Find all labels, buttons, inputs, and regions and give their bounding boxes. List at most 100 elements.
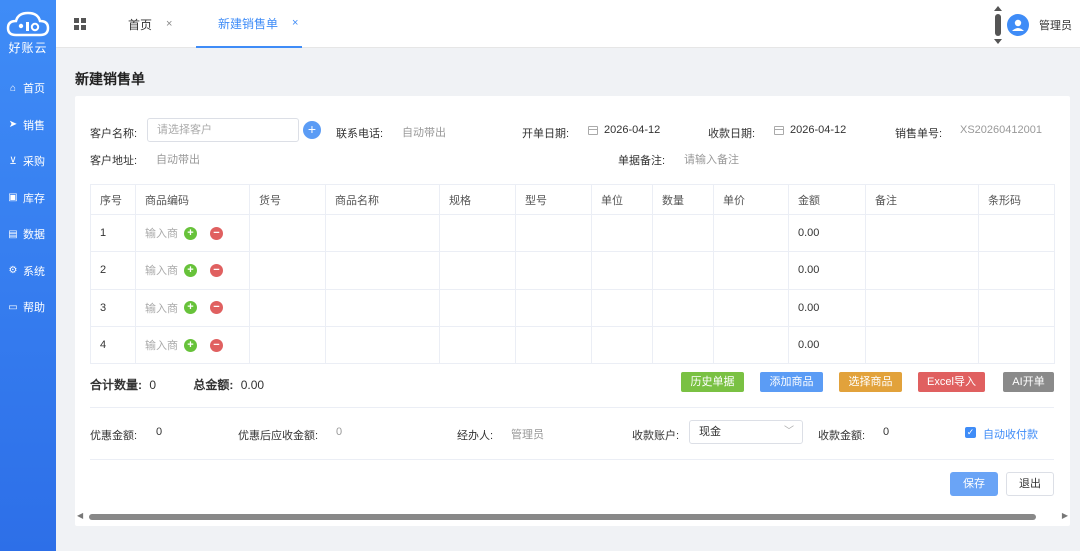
- sales-order-card: 客户名称: 请选择客户 + 联系电话: 自动带出 开单日期: 2026-04-1…: [75, 96, 1070, 526]
- unit-cell[interactable]: [591, 288, 653, 327]
- scrollbar-thumb[interactable]: [89, 514, 1036, 520]
- order-no-value: XS20260412001: [960, 124, 1042, 136]
- grid-menu-icon[interactable]: [74, 18, 86, 30]
- remark-cell[interactable]: [865, 213, 979, 253]
- remove-row-icon[interactable]: −: [210, 263, 223, 277]
- product-name-cell[interactable]: [325, 288, 440, 327]
- customer-select-input[interactable]: 请选择客户: [147, 118, 299, 142]
- phone-label: 联系电话:: [336, 128, 384, 140]
- history-orders-button[interactable]: 历史单据: [681, 372, 744, 392]
- app-logo[interactable]: 好账云: [0, 0, 56, 62]
- spec-cell[interactable]: [439, 251, 516, 290]
- sku-cell[interactable]: [249, 213, 326, 253]
- excel-import-button[interactable]: Excel导入: [918, 372, 985, 392]
- model-cell[interactable]: [515, 288, 592, 327]
- model-cell[interactable]: [515, 251, 592, 290]
- auto-pay-label[interactable]: 自动收付款: [983, 426, 1038, 442]
- remark-cell[interactable]: [865, 288, 979, 327]
- model-cell[interactable]: [515, 213, 592, 253]
- received-value[interactable]: 0: [883, 426, 889, 438]
- table-header-row: 序号 商品编码 货号 商品名称 规格 型号 单位 数量 单价 金额 备注 条形码: [90, 184, 1055, 215]
- horizontal-scrollbar[interactable]: ◀ ▶: [75, 510, 1070, 524]
- unit-cell[interactable]: [591, 251, 653, 290]
- qty-cell[interactable]: [652, 213, 714, 253]
- column-header: 序号: [90, 184, 136, 215]
- column-header: 备注: [865, 184, 979, 215]
- add-row-icon[interactable]: +: [184, 338, 197, 352]
- account-select[interactable]: 现金 ﹀: [689, 420, 803, 444]
- close-icon[interactable]: ×: [166, 18, 172, 30]
- barcode-cell[interactable]: [978, 325, 1055, 365]
- product-code-input[interactable]: 输入商: [145, 300, 178, 316]
- tab-new-sales-order[interactable]: 新建销售单 ×: [196, 0, 302, 48]
- price-cell[interactable]: [713, 213, 789, 253]
- scroll-right-icon[interactable]: ▶: [1062, 511, 1068, 520]
- pay-date-field[interactable]: 2026-04-12: [790, 124, 846, 136]
- product-code-input[interactable]: 输入商: [145, 225, 178, 241]
- add-row-icon[interactable]: +: [184, 226, 197, 240]
- ai-order-button[interactable]: AI开单: [1003, 372, 1054, 392]
- add-customer-button[interactable]: +: [303, 121, 321, 139]
- sidebar-item-purchase[interactable]: ⊻ 采购: [0, 143, 56, 180]
- model-cell[interactable]: [515, 325, 592, 365]
- save-button[interactable]: 保存: [950, 472, 998, 496]
- order-items-table: 序号 商品编码 货号 商品名称 规格 型号 单位 数量 单价 金额 备注 条形码…: [90, 184, 1055, 365]
- unit-cell[interactable]: [591, 213, 653, 253]
- user-menu[interactable]: 管理员: [1007, 14, 1072, 36]
- tab-home[interactable]: 首页 ×: [128, 0, 172, 48]
- sidebar-item-sales[interactable]: ➤ 销售: [0, 107, 56, 144]
- remark-input[interactable]: 请输入备注: [684, 151, 739, 167]
- spec-cell[interactable]: [439, 325, 516, 365]
- cart-icon: ⊻: [9, 155, 17, 167]
- sku-cell[interactable]: [249, 325, 326, 365]
- logo-text: 好账云: [8, 40, 48, 55]
- barcode-cell[interactable]: [978, 213, 1055, 253]
- price-cell[interactable]: [713, 251, 789, 290]
- product-name-cell[interactable]: [325, 251, 440, 290]
- spec-cell[interactable]: [439, 288, 516, 327]
- remove-row-icon[interactable]: −: [210, 301, 223, 315]
- discount-value[interactable]: 0: [156, 426, 162, 438]
- add-row-icon[interactable]: +: [184, 301, 197, 315]
- sku-cell[interactable]: [249, 288, 326, 327]
- remark-cell[interactable]: [865, 251, 979, 290]
- unit-cell[interactable]: [591, 325, 653, 365]
- sku-cell[interactable]: [249, 251, 326, 290]
- sidebar-item-help[interactable]: ▭ 帮助: [0, 289, 56, 326]
- auto-pay-checkbox[interactable]: ✓: [965, 427, 976, 438]
- sidebar: 好账云 ⌂ 首页 ➤ 销售 ⊻ 采购 ▣ 库存 ▤ 数据 ⚙ 系统 ▭ 帮助: [0, 0, 56, 551]
- qty-cell[interactable]: [652, 251, 714, 290]
- add-product-button[interactable]: 添加商品: [760, 372, 823, 392]
- price-cell[interactable]: [713, 325, 789, 365]
- column-header: 单价: [713, 184, 789, 215]
- sidebar-item-data[interactable]: ▤ 数据: [0, 216, 56, 253]
- qty-cell[interactable]: [652, 288, 714, 327]
- sidebar-item-system[interactable]: ⚙ 系统: [0, 253, 56, 290]
- sidebar-item-home[interactable]: ⌂ 首页: [0, 70, 56, 107]
- exit-button[interactable]: 退出: [1006, 472, 1054, 496]
- sidebar-item-inventory[interactable]: ▣ 库存: [0, 180, 56, 217]
- total-amount-label: 总金额:: [193, 378, 234, 392]
- close-icon[interactable]: ×: [292, 17, 298, 29]
- product-code-input[interactable]: 输入商: [145, 262, 178, 278]
- price-cell[interactable]: [713, 288, 789, 327]
- scroll-left-icon[interactable]: ◀: [77, 511, 83, 520]
- barcode-cell[interactable]: [978, 288, 1055, 327]
- table-row: 3 输入商 + − 0.00: [90, 288, 1055, 327]
- product-name-cell[interactable]: [325, 325, 440, 365]
- amount-cell: 0.00: [788, 288, 866, 327]
- remark-cell[interactable]: [865, 325, 979, 365]
- select-product-button[interactable]: 选择商品: [839, 372, 902, 392]
- qty-cell[interactable]: [652, 325, 714, 365]
- open-date-field[interactable]: 2026-04-12: [604, 124, 660, 136]
- handler-value[interactable]: 管理员: [511, 426, 544, 442]
- product-code-input[interactable]: 输入商: [145, 337, 178, 353]
- vertical-scroll-indicator-icon[interactable]: [994, 6, 1002, 44]
- add-row-icon[interactable]: +: [184, 263, 197, 277]
- remove-row-icon[interactable]: −: [210, 338, 223, 352]
- spec-cell[interactable]: [439, 213, 516, 253]
- product-name-cell[interactable]: [325, 213, 440, 253]
- avatar: [1007, 14, 1029, 36]
- remove-row-icon[interactable]: −: [210, 226, 223, 240]
- barcode-cell[interactable]: [978, 251, 1055, 290]
